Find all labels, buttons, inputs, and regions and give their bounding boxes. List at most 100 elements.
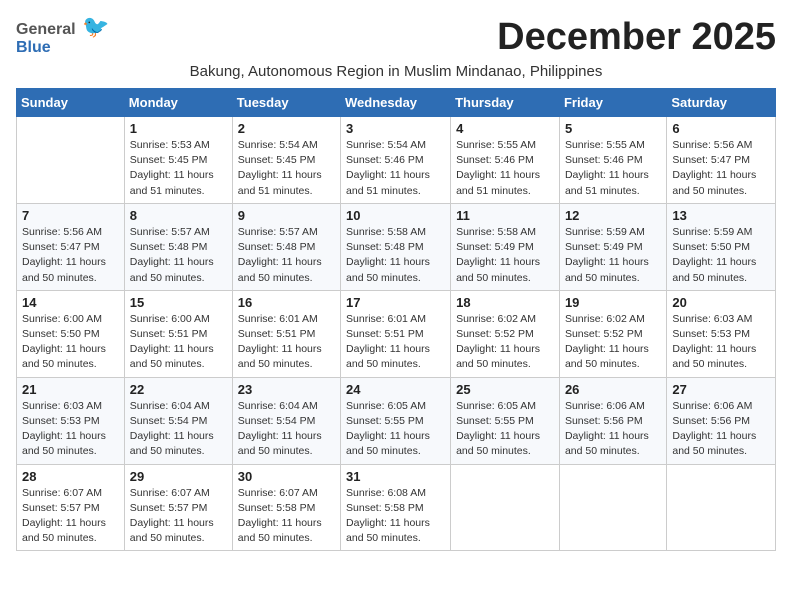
day-info: Sunrise: 5:57 AMSunset: 5:48 PMDaylight:… [238,225,335,286]
day-number: 28 [22,469,119,484]
calendar-cell [559,464,666,551]
day-number: 29 [130,469,227,484]
calendar-cell: 9 Sunrise: 5:57 AMSunset: 5:48 PMDaylight… [232,203,340,290]
calendar-cell: 5 Sunrise: 5:55 AMSunset: 5:46 PMDaylight… [559,117,666,204]
day-number: 8 [130,208,227,223]
calendar-cell: 7 Sunrise: 5:56 AMSunset: 5:47 PMDaylight… [17,203,125,290]
calendar-cell: 3Sunrise: 5:54 AMSunset: 5:46 PMDaylight… [341,117,451,204]
calendar-week-row: 7 Sunrise: 5:56 AMSunset: 5:47 PMDaylight… [17,203,776,290]
day-number: 5 [565,121,661,136]
calendar-cell: 2 Sunrise: 5:54 AMSunset: 5:45 PMDaylight… [232,117,340,204]
day-number: 20 [672,295,770,310]
day-number: 12 [565,208,661,223]
calendar-header-row: Sunday Monday Tuesday Wednesday Thursday… [17,89,776,117]
day-info: Sunrise: 6:04 AMSunset: 5:54 PMDaylight:… [130,399,227,460]
day-info: Sunrise: 5:57 AMSunset: 5:48 PMDaylight:… [130,225,227,286]
calendar-cell: 26 Sunrise: 6:06 AMSunset: 5:56 PMDayligh… [559,377,666,464]
day-number: 4 [456,121,554,136]
day-number: 6 [672,121,770,136]
day-info: Sunrise: 6:00 AMSunset: 5:50 PMDaylight:… [22,312,119,373]
day-info: Sunrise: 6:06 AMSunset: 5:56 PMDaylight:… [672,399,770,460]
calendar-cell [667,464,776,551]
day-number: 10 [346,208,445,223]
calendar-cell [17,117,125,204]
day-number: 17 [346,295,445,310]
day-info: Sunrise: 6:07 AMSunset: 5:57 PMDaylight:… [22,486,119,547]
day-info: Sunrise: 6:02 AMSunset: 5:52 PMDaylight:… [565,312,661,373]
day-number: 25 [456,382,554,397]
location-title: Bakung, Autonomous Region in Muslim Mind… [16,63,776,80]
day-info: Sunrise: 6:01 AMSunset: 5:51 PMDaylight:… [238,312,335,373]
calendar-cell: 17 Sunrise: 6:01 AMSunset: 5:51 PMDayligh… [341,290,451,377]
day-number: 22 [130,382,227,397]
calendar-cell: 15Sunrise: 6:00 AMSunset: 5:51 PMDayligh… [124,290,232,377]
col-tuesday: Tuesday [232,89,340,117]
day-info: Sunrise: 6:02 AMSunset: 5:52 PMDaylight:… [456,312,554,373]
day-info: Sunrise: 5:53 AMSunset: 5:45 PMDaylight:… [130,138,227,199]
day-info: Sunrise: 5:59 AMSunset: 5:50 PMDaylight:… [672,225,770,286]
col-saturday: Saturday [667,89,776,117]
calendar-cell: 28 Sunrise: 6:07 AMSunset: 5:57 PMDayligh… [17,464,125,551]
calendar-cell: 30 Sunrise: 6:07 AMSunset: 5:58 PMDayligh… [232,464,340,551]
calendar-cell: 22 Sunrise: 6:04 AMSunset: 5:54 PMDayligh… [124,377,232,464]
day-info: Sunrise: 5:58 AMSunset: 5:49 PMDaylight:… [456,225,554,286]
day-info: Sunrise: 6:06 AMSunset: 5:56 PMDaylight:… [565,399,661,460]
day-number: 27 [672,382,770,397]
day-number: 2 [238,121,335,136]
calendar-table: Sunday Monday Tuesday Wednesday Thursday… [16,88,776,551]
col-wednesday: Wednesday [341,89,451,117]
day-info: Sunrise: 6:03 AMSunset: 5:53 PMDaylight:… [672,312,770,373]
day-info: Sunrise: 6:05 AMSunset: 5:55 PMDaylight:… [456,399,554,460]
day-number: 1 [130,121,227,136]
calendar-cell: 16Sunrise: 6:01 AMSunset: 5:51 PMDayligh… [232,290,340,377]
calendar-cell: 24 Sunrise: 6:05 AMSunset: 5:55 PMDayligh… [341,377,451,464]
day-number: 18 [456,295,554,310]
calendar-cell: 11Sunrise: 5:58 AMSunset: 5:49 PMDayligh… [451,203,560,290]
logo-bird-icon: 🐦 [82,14,109,39]
day-info: Sunrise: 6:01 AMSunset: 5:51 PMDaylight:… [346,312,445,373]
calendar-cell: 21Sunrise: 6:03 AMSunset: 5:53 PMDayligh… [17,377,125,464]
logo-general: General [16,21,76,38]
day-info: Sunrise: 5:55 AMSunset: 5:46 PMDaylight:… [565,138,661,199]
calendar-cell: 14 Sunrise: 6:00 AMSunset: 5:50 PMDayligh… [17,290,125,377]
logo-blue: Blue [16,39,51,56]
month-title: December 2025 [497,16,776,59]
day-number: 26 [565,382,661,397]
col-thursday: Thursday [451,89,560,117]
day-info: Sunrise: 5:58 AMSunset: 5:48 PMDaylight:… [346,225,445,286]
calendar-cell: 20 Sunrise: 6:03 AMSunset: 5:53 PMDayligh… [667,290,776,377]
day-info: Sunrise: 5:56 AMSunset: 5:47 PMDaylight:… [672,138,770,199]
day-number: 31 [346,469,445,484]
day-number: 14 [22,295,119,310]
calendar-cell: 13 Sunrise: 5:59 AMSunset: 5:50 PMDayligh… [667,203,776,290]
calendar-cell: 27 Sunrise: 6:06 AMSunset: 5:56 PMDayligh… [667,377,776,464]
day-info: Sunrise: 5:56 AMSunset: 5:47 PMDaylight:… [22,225,119,286]
calendar-cell: 4 Sunrise: 5:55 AMSunset: 5:46 PMDaylight… [451,117,560,204]
day-number: 24 [346,382,445,397]
day-info: Sunrise: 6:04 AMSunset: 5:54 PMDaylight:… [238,399,335,460]
calendar-cell: 23Sunrise: 6:04 AMSunset: 5:54 PMDayligh… [232,377,340,464]
day-number: 7 [22,208,119,223]
logo: General 🐦 Blue [16,16,109,57]
day-number: 13 [672,208,770,223]
calendar-week-row: 21Sunrise: 6:03 AMSunset: 5:53 PMDayligh… [17,377,776,464]
calendar-cell: 19Sunrise: 6:02 AMSunset: 5:52 PMDayligh… [559,290,666,377]
col-friday: Friday [559,89,666,117]
calendar-week-row: 14 Sunrise: 6:00 AMSunset: 5:50 PMDayligh… [17,290,776,377]
day-info: Sunrise: 6:00 AMSunset: 5:51 PMDaylight:… [130,312,227,373]
day-number: 30 [238,469,335,484]
day-info: Sunrise: 6:07 AMSunset: 5:58 PMDaylight:… [238,486,335,547]
calendar-cell: 12 Sunrise: 5:59 AMSunset: 5:49 PMDayligh… [559,203,666,290]
day-number: 21 [22,382,119,397]
calendar-week-row: 1 Sunrise: 5:53 AMSunset: 5:45 PMDaylight… [17,117,776,204]
day-number: 9 [238,208,335,223]
day-info: Sunrise: 5:54 AMSunset: 5:45 PMDaylight:… [238,138,335,199]
logo-text: General 🐦 [16,16,109,39]
page-container: General 🐦 Blue December 2025 Bakung, Aut… [16,16,776,551]
day-info: Sunrise: 6:05 AMSunset: 5:55 PMDaylight:… [346,399,445,460]
day-info: Sunrise: 5:59 AMSunset: 5:49 PMDaylight:… [565,225,661,286]
calendar-cell: 25 Sunrise: 6:05 AMSunset: 5:55 PMDayligh… [451,377,560,464]
col-monday: Monday [124,89,232,117]
header: General 🐦 Blue December 2025 [16,16,776,59]
day-info: Sunrise: 5:55 AMSunset: 5:46 PMDaylight:… [456,138,554,199]
